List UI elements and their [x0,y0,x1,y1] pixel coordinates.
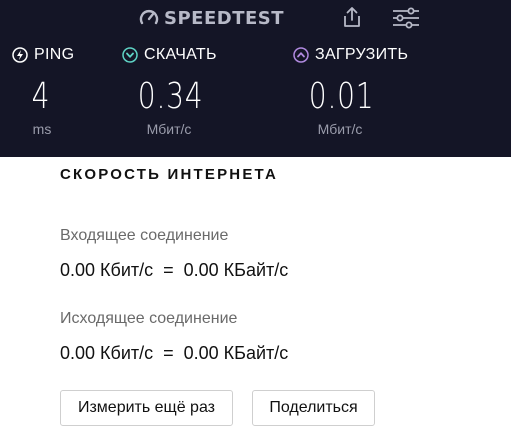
internet-speed-title: СКОРОСТЬ ИНТЕРНЕТА [60,166,278,183]
outgoing-connection-label: Исходящее соединение [60,310,238,327]
logo-text: SPEEDTEST [164,7,285,29]
ping-label: PING [34,46,75,63]
metric-ping-header: PING [12,44,74,66]
outgoing-connection-value: 0.00 Кбит/с = 0.00 КБайт/с [60,343,289,363]
download-label: СКАЧАТЬ [144,46,217,63]
speedtest-logo[interactable]: SPEEDTEST [139,6,284,30]
speedtest-header: SPEEDTEST PING 4 ms СКАЧАТЬ 0.34 Мбит/с … [0,0,511,157]
settings-button[interactable] [392,6,420,30]
metric-upload-header: ЗАГРУЗИТЬ [293,44,408,66]
ping-value: 4 [31,76,51,117]
download-icon [122,47,138,63]
upload-unit: Мбит/с [317,121,363,137]
metric-download-header: СКАЧАТЬ [122,44,217,66]
ping-icon [12,47,28,63]
upload-label: ЗАГРУЗИТЬ [315,46,409,63]
incoming-connection-label: Входящее соединение [60,227,229,244]
incoming-connection-value: 0.00 Кбит/с = 0.00 КБайт/с [60,260,289,280]
download-unit: Мбит/с [146,121,192,137]
metric-upload: ЗАГРУЗИТЬ [293,44,408,66]
settings-sliders-icon [393,7,419,29]
share-icon [344,7,360,27]
share-button[interactable] [340,5,364,29]
download-value: 0.34 [137,76,204,117]
speedometer-icon [139,10,159,25]
share-result-button[interactable]: Поделиться [252,390,375,426]
remeasure-button[interactable]: Измерить ещё раз [60,390,233,426]
upload-value: 0.01 [308,76,375,117]
metric-ping: PING [12,44,74,66]
ping-unit: ms [32,121,52,137]
upload-icon [293,47,309,63]
metric-download: СКАЧАТЬ [122,44,217,66]
